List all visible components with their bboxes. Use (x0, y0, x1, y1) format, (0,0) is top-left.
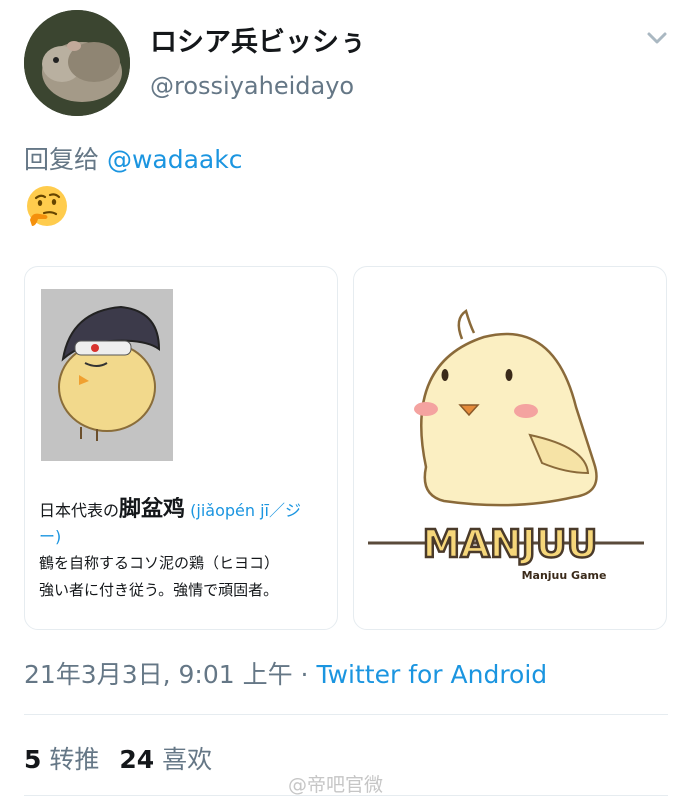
caption-desc-line1: 鶴を自称するコソ泥の鶏（ヒヨコ） (39, 554, 280, 572)
guinea-pig-avatar-image (24, 10, 130, 116)
reply-context: 回复给 @wadaakc (24, 140, 242, 176)
chevron-down-icon[interactable] (646, 30, 668, 46)
likes-label: 喜欢 (162, 745, 213, 774)
manjuu-logo-image: MANJUU Manjuu Game (368, 309, 644, 582)
card-caption: 日本代表の脚盆鸡 (jiǎopén jī／ジ ー) 鶴を自称するコソ泥の鶏（ヒヨ… (39, 497, 337, 604)
caption-desc-line2: 強い者に付き従う。強情で頑固者。 (39, 581, 279, 599)
tweet-source-link[interactable]: Twitter for Android (316, 660, 547, 689)
hooded-chick-image (41, 289, 173, 461)
tweet-timestamp: 21年3月3日, 9:01 上午 · Twitter for Android (24, 655, 547, 691)
timestamp-separator: · (292, 660, 317, 689)
retweets-stat[interactable]: 5 转推 (24, 745, 99, 774)
likes-stat[interactable]: 24 喜欢 (119, 745, 212, 774)
watermark: @帝吧官微 (288, 774, 384, 796)
caption-prefix: 日本代表の (39, 501, 120, 520)
caption-term: 脚盆鸡 (119, 497, 186, 522)
retweets-count: 5 (24, 745, 42, 774)
user-handle[interactable]: @rossiyaheidayo (150, 72, 354, 100)
caption-pinyin-cont: ー) (39, 527, 62, 546)
retweets-label: 转推 (49, 745, 100, 774)
image-card-left[interactable]: 日本代表の脚盆鸡 (jiǎopén jī／ジ ー) 鶴を自称するコソ泥の鶏（ヒヨ… (24, 266, 338, 630)
avatar[interactable] (24, 10, 130, 116)
thinking-face-icon (27, 186, 67, 226)
engagement-stats: 5 转推 24 喜欢 (24, 740, 212, 776)
caption-pinyin: (jiǎopén jī／ジ (190, 501, 301, 520)
logo-subtext: Manjuu Game (522, 569, 607, 582)
divider (24, 714, 668, 715)
likes-count: 24 (119, 745, 155, 774)
logo-text: MANJUU (423, 522, 598, 566)
display-name[interactable]: ロシア兵ビッシぅ (150, 20, 366, 59)
image-card-right[interactable]: MANJUU Manjuu Game (353, 266, 667, 630)
reply-to-link[interactable]: @wadaakc (107, 145, 243, 174)
reply-prefix: 回复给 (24, 145, 100, 174)
timestamp-text[interactable]: 21年3月3日, 9:01 上午 (24, 660, 293, 689)
